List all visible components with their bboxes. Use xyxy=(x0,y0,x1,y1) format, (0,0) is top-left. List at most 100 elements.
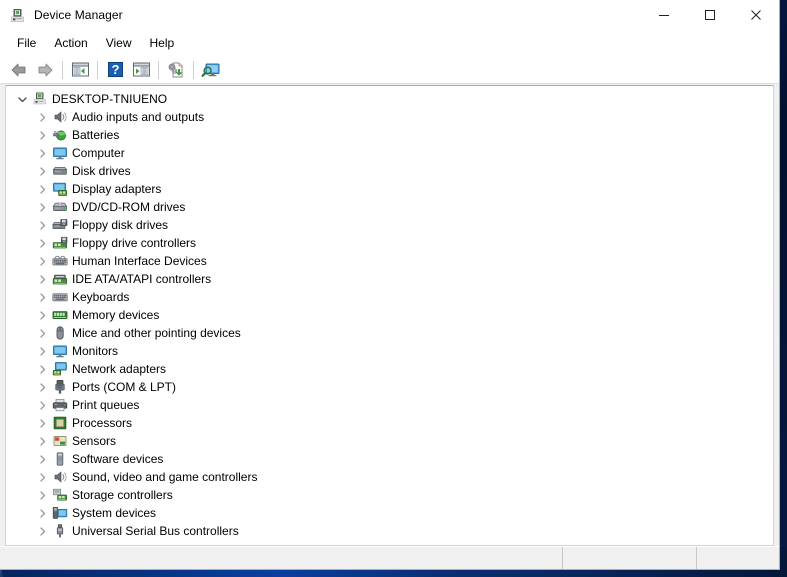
chevron-right-icon[interactable] xyxy=(35,275,50,284)
chevron-right-icon[interactable] xyxy=(35,203,50,212)
chevron-right-icon[interactable] xyxy=(35,473,50,482)
chevron-right-icon[interactable] xyxy=(35,257,50,266)
status-bar-panel-3 xyxy=(696,547,779,569)
tree-item-sensors[interactable]: Sensors xyxy=(6,432,773,450)
chevron-right-icon[interactable] xyxy=(35,527,50,536)
tree-item-network-adapters[interactable]: Network adapters xyxy=(6,360,773,378)
title-bar[interactable]: Device Manager xyxy=(0,0,779,30)
device-manager-icon xyxy=(9,7,26,24)
tree-item-label: Mice and other pointing devices xyxy=(70,326,241,340)
status-bar-panel-2 xyxy=(562,547,696,569)
tree-item-display-adapters[interactable]: Display adapters xyxy=(6,180,773,198)
menu-view[interactable]: View xyxy=(97,33,141,53)
tree-item-label: Software devices xyxy=(70,452,163,466)
tree-item-label: Sound, video and game controllers xyxy=(70,470,257,484)
tree-item-ports-com-and-lpt[interactable]: Ports (COM & LPT) xyxy=(6,378,773,396)
forward-button[interactable] xyxy=(32,58,58,82)
chevron-right-icon[interactable] xyxy=(35,239,50,248)
device-tree-panel[interactable]: DESKTOP-TNIUENO Audio inputs and outputs xyxy=(5,85,774,546)
minimize-icon xyxy=(658,9,670,21)
minimize-button[interactable] xyxy=(641,0,687,30)
tree-item-universal-serial-bus-controllers[interactable]: Universal Serial Bus controllers xyxy=(6,522,773,540)
svg-text:?: ? xyxy=(111,62,119,77)
computer-root-icon xyxy=(30,91,50,107)
tree-item-label: Human Interface Devices xyxy=(70,254,207,268)
menu-file[interactable]: File xyxy=(8,33,45,53)
chevron-right-icon[interactable] xyxy=(35,221,50,230)
toolbar-separator-4 xyxy=(193,61,194,79)
tree-item-label: Universal Serial Bus controllers xyxy=(70,524,239,538)
disk-drive-icon xyxy=(50,163,70,179)
tree-item-batteries[interactable]: Batteries xyxy=(6,126,773,144)
scan-hardware-changes-button[interactable] xyxy=(198,58,224,82)
software-device-icon xyxy=(50,451,70,467)
tree-item-floppy-disk-drives[interactable]: Floppy disk drives xyxy=(6,216,773,234)
chevron-right-icon[interactable] xyxy=(35,293,50,302)
chevron-down-icon[interactable] xyxy=(15,95,30,104)
maximize-button[interactable] xyxy=(687,0,733,30)
chevron-right-icon[interactable] xyxy=(35,149,50,158)
tree-item-dvd-cd-rom-drives[interactable]: DVD/CD-ROM drives xyxy=(6,198,773,216)
tree-item-memory-devices[interactable]: Memory devices xyxy=(6,306,773,324)
chevron-right-icon[interactable] xyxy=(35,365,50,374)
tree-item-mice-and-other-pointing-devices[interactable]: Mice and other pointing devices xyxy=(6,324,773,342)
tree-item-audio-inputs-and-outputs[interactable]: Audio inputs and outputs xyxy=(6,108,773,126)
back-button[interactable] xyxy=(6,58,32,82)
tree-item-label: System devices xyxy=(70,506,156,520)
tree-item-human-interface-devices[interactable]: Human Interface Devices xyxy=(6,252,773,270)
content-area: DESKTOP-TNIUENO Audio inputs and outputs xyxy=(0,84,779,546)
tree-item-disk-drives[interactable]: Disk drives xyxy=(6,162,773,180)
chevron-right-icon[interactable] xyxy=(35,509,50,518)
toolbar-separator-3 xyxy=(158,61,159,79)
toolbar-separator-2 xyxy=(97,61,98,79)
scan-monitor-icon xyxy=(201,61,221,79)
chevron-right-icon[interactable] xyxy=(35,185,50,194)
toolbar-separator-1 xyxy=(62,61,63,79)
chevron-right-icon[interactable] xyxy=(35,167,50,176)
tree-item-system-devices[interactable]: System devices xyxy=(6,504,773,522)
chevron-right-icon[interactable] xyxy=(35,113,50,122)
chevron-right-icon[interactable] xyxy=(35,455,50,464)
update-driver-button[interactable] xyxy=(163,58,189,82)
chevron-right-icon[interactable] xyxy=(35,329,50,338)
close-button[interactable] xyxy=(733,0,779,30)
tree-root-node[interactable]: DESKTOP-TNIUENO xyxy=(6,90,773,108)
tree-item-computer[interactable]: Computer xyxy=(6,144,773,162)
tree-item-sound-video-and-game-controllers[interactable]: Sound, video and game controllers xyxy=(6,468,773,486)
chevron-right-icon[interactable] xyxy=(35,491,50,500)
hid-keyboard-icon xyxy=(50,253,70,269)
tree-item-software-devices[interactable]: Software devices xyxy=(6,450,773,468)
chevron-right-icon[interactable] xyxy=(35,311,50,320)
tree-item-floppy-drive-controllers[interactable]: Floppy drive controllers xyxy=(6,234,773,252)
speaker-icon xyxy=(50,109,70,125)
chevron-right-icon[interactable] xyxy=(35,383,50,392)
tree-item-print-queues[interactable]: Print queues xyxy=(6,396,773,414)
show-hide-console-tree-button[interactable] xyxy=(67,58,93,82)
network-adapter-icon xyxy=(50,361,70,377)
properties-button[interactable] xyxy=(128,58,154,82)
back-arrow-icon xyxy=(9,61,29,79)
tree-item-label: Floppy disk drives xyxy=(70,218,168,232)
floppy-disk-icon xyxy=(50,217,70,233)
help-button[interactable]: ? xyxy=(102,58,128,82)
menu-action[interactable]: Action xyxy=(45,33,96,53)
chevron-right-icon[interactable] xyxy=(35,131,50,140)
tree-item-keyboards[interactable]: Keyboards xyxy=(6,288,773,306)
device-manager-window: Device Manager File Action View He xyxy=(0,0,780,570)
memory-module-icon xyxy=(50,307,70,323)
menu-help[interactable]: Help xyxy=(141,33,184,53)
chevron-right-icon[interactable] xyxy=(35,437,50,446)
tree-item-label: Monitors xyxy=(70,344,118,358)
tree-item-ide-ata-atapi-controllers[interactable]: IDE ATA/ATAPI controllers xyxy=(6,270,773,288)
monitor-icon xyxy=(50,343,70,359)
tree-item-monitors[interactable]: Monitors xyxy=(6,342,773,360)
properties-window-icon xyxy=(132,61,151,78)
tree-item-label: Memory devices xyxy=(70,308,159,322)
tree-item-storage-controllers[interactable]: Storage controllers xyxy=(6,486,773,504)
chevron-right-icon[interactable] xyxy=(35,347,50,356)
chevron-right-icon[interactable] xyxy=(35,401,50,410)
chevron-right-icon[interactable] xyxy=(35,419,50,428)
update-driver-icon xyxy=(166,61,186,79)
tree-item-processors[interactable]: Processors xyxy=(6,414,773,432)
console-tree-icon xyxy=(71,61,90,78)
